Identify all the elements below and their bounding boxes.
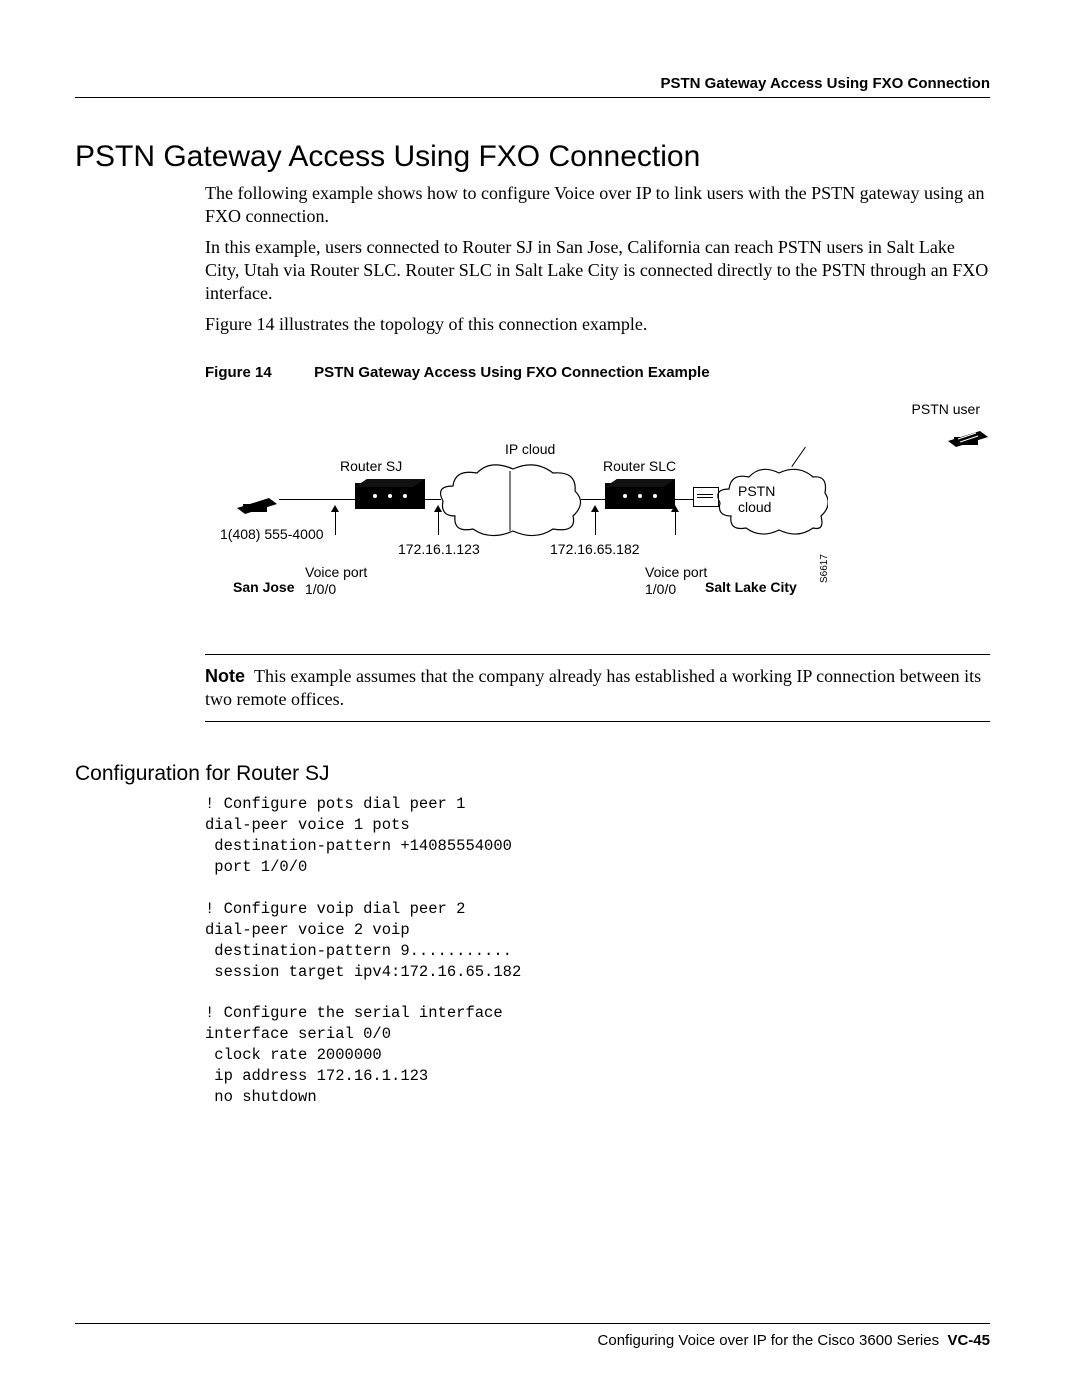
topology-figure: PSTN user IP cloud Router SJ Router SLC [205,401,990,636]
note-label: Note [205,666,245,686]
subsection-heading: Configuration for Router SJ [75,762,990,786]
label-pstn-user: PSTN user [912,401,980,417]
phone-icon [946,419,990,449]
label-salt-lake: Salt Lake City [705,579,797,595]
paragraph: Figure 14 illustrates the topology of th… [205,313,990,336]
running-header: PSTN Gateway Access Using FXO Connection [660,75,990,92]
paragraph: In this example, users connected to Rout… [205,236,990,305]
label-voice-port: Voice port 1/0/0 [645,564,707,598]
link-line [791,447,806,467]
figure-caption: Figure 14 PSTN Gateway Access Using FXO … [205,364,990,381]
figure-number: Figure 14 [205,364,310,381]
label-san-jose: San Jose [233,579,294,595]
label-router-sj: Router SJ [340,458,402,474]
link-line [581,499,606,500]
page-number: VC-45 [947,1332,990,1349]
diagram-id: S6617 [819,554,830,583]
note-text: This example assumes that the company al… [205,666,981,709]
label-pstn-cloud: PSTN cloud [738,483,775,515]
link-line [279,499,359,500]
router-sj-config-code: ! Configure pots dial peer 1 dial-peer v… [205,794,990,1108]
paragraph: The following example shows how to confi… [205,182,990,228]
label-ip-sj: 172.16.1.123 [398,541,480,557]
figure-title: PSTN Gateway Access Using FXO Connection… [314,364,709,381]
arrow-icon [595,511,596,535]
router-icon [355,483,425,509]
page-footer: Configuring Voice over IP for the Cisco … [75,1323,990,1349]
label-phone-number: 1(408) 555-4000 [220,526,324,542]
note-block: Note This example assumes that the compa… [205,654,990,722]
arrow-icon [438,511,439,535]
arrow-icon [675,511,676,535]
link-line [423,499,441,500]
section-heading: PSTN Gateway Access Using FXO Connection [75,140,990,174]
phone-icon [235,486,279,516]
label-router-slc: Router SLC [603,458,676,474]
arrow-icon [335,511,336,535]
router-icon [605,483,675,509]
label-ip-cloud: IP cloud [505,441,555,457]
label-ip-slc: 172.16.65.182 [550,541,640,557]
label-voice-port: Voice port 1/0/0 [305,564,367,598]
header-rule [75,97,990,98]
footer-text: Configuring Voice over IP for the Cisco … [598,1332,940,1349]
ip-cloud-icon [435,461,585,541]
